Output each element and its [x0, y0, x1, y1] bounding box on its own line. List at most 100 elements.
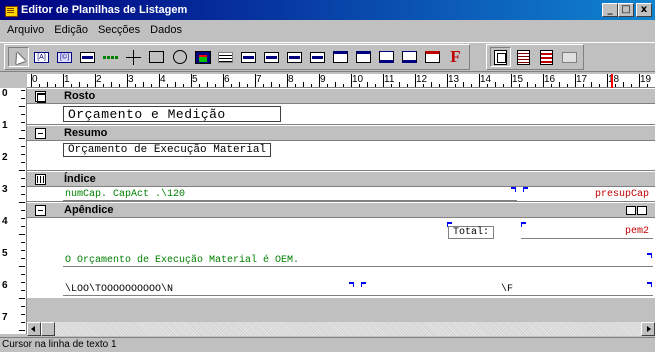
indice-budget-field[interactable]: presupCap	[595, 189, 649, 200]
header-band-icon	[333, 51, 348, 63]
row-left-end-marker[interactable]	[349, 282, 354, 287]
list-red-icon	[540, 49, 553, 65]
select-tool-button[interactable]	[8, 47, 29, 67]
band-tool-2-button[interactable]	[261, 47, 282, 67]
ruler-tick	[199, 84, 200, 87]
ruler-number: 19	[640, 74, 652, 85]
rosto-title-field[interactable]: Orçamento e Medição	[63, 106, 281, 122]
menu-edicao[interactable]: Edição	[49, 24, 93, 36]
close-button[interactable]: x	[636, 3, 652, 17]
minimize-button[interactable]: _	[602, 3, 618, 17]
scroll-thumb[interactable]	[41, 322, 55, 336]
ellipse-tool-button[interactable]	[169, 47, 190, 67]
menu-dados[interactable]: Dados	[145, 24, 187, 36]
ruler-tick	[527, 82, 528, 87]
band-header-resumo[interactable]: Resumo	[27, 125, 655, 141]
band-body-apendice[interactable]: Total: pem2 O Orçamento de Execução Mate…	[27, 218, 655, 322]
maximize-button[interactable]: □	[618, 3, 634, 17]
appendix-row-left-field[interactable]: \LOO\TOOOOOOOOOO\N	[65, 284, 173, 295]
scroll-track[interactable]	[55, 322, 641, 336]
band-body-resumo[interactable]: Orçamento de Execução Material	[27, 141, 655, 171]
report-canvas[interactable]: Rosto Orçamento e Medição Resumo Orçamen…	[27, 88, 655, 322]
ruler-tick	[543, 74, 544, 87]
band-tool-3-button[interactable]	[284, 47, 305, 67]
page-icon	[494, 49, 507, 65]
field-start-marker[interactable]	[523, 187, 528, 192]
page-break-button[interactable]	[422, 47, 443, 67]
list-view-button[interactable]	[513, 47, 534, 67]
detail-band-button[interactable]	[376, 47, 397, 67]
ruler-tick	[231, 84, 232, 87]
note-end-marker[interactable]	[647, 253, 652, 258]
ruler-number: 12	[416, 74, 428, 85]
band-header-rosto[interactable]: Rosto	[27, 88, 655, 104]
total-value-field[interactable]: pem2	[625, 226, 649, 237]
disabled-view-button[interactable]	[559, 47, 580, 67]
horizontal-ruler[interactable]: 0 1 2 3 4 5 6 7 8 9 10 11 12 13 14 15 16 17 18 19	[27, 74, 655, 88]
ruler-tick	[567, 84, 568, 87]
band-body-indice[interactable]: numCap. CapAct .\120 presupCap	[27, 187, 655, 202]
vertical-ruler[interactable]: 0 1 2 3 4 5 6 7	[0, 88, 27, 334]
vruler-tick	[21, 274, 25, 275]
font-button[interactable]: F	[445, 47, 466, 67]
image-icon	[194, 50, 211, 64]
ruler-tick	[311, 84, 312, 87]
band-title-rosto: Rosto	[64, 90, 96, 102]
resumo-title-field[interactable]: Orçamento de Execução Material	[63, 143, 272, 157]
ruler-tick	[135, 84, 136, 87]
group-band-button[interactable]	[353, 47, 374, 67]
image-tool-button[interactable]	[192, 47, 213, 67]
preview-icon[interactable]	[626, 206, 636, 215]
rectangle-tool-button[interactable]	[146, 47, 167, 67]
ruler-tick	[191, 74, 192, 87]
appendix-row-right-field[interactable]: \F	[501, 284, 513, 295]
print-options[interactable]	[626, 206, 647, 215]
menu-seccoes[interactable]: Secções	[93, 24, 145, 36]
indice-chapter-field[interactable]: numCap. CapAct .\120	[65, 189, 185, 200]
row-right-end-marker[interactable]	[647, 282, 652, 287]
band-collapse-icon[interactable]	[35, 204, 46, 216]
band-header-indice[interactable]: Índice	[27, 171, 655, 187]
appendix-note-field[interactable]: O Orçamento de Execução Material é OEM.	[65, 255, 299, 266]
ruler-tick	[111, 82, 112, 87]
list-view-2-button[interactable]	[536, 47, 557, 67]
label-tool-button[interactable]: [A]	[31, 47, 52, 67]
label-icon: [A]	[34, 51, 49, 63]
tools-group: [A] [©] F	[4, 44, 470, 70]
total-value-marker[interactable]	[521, 222, 526, 227]
ruler-tick	[511, 74, 512, 87]
page-view-button[interactable]	[490, 47, 511, 67]
row-right-start-marker[interactable]	[361, 282, 366, 287]
band-grid-icon[interactable]	[35, 173, 46, 185]
field-end-marker[interactable]	[511, 187, 516, 192]
band-body-rosto[interactable]: Orçamento e Medição	[27, 104, 655, 125]
scroll-right-button[interactable]	[641, 322, 655, 336]
dotted-line-tool-button[interactable]	[100, 47, 121, 67]
vruler-tick	[21, 250, 25, 251]
field-tool-button[interactable]: [©]	[54, 47, 75, 67]
ruler-tick	[615, 84, 616, 87]
menu-arquivo[interactable]: Arquivo	[2, 24, 49, 36]
horizontal-scrollbar[interactable]	[27, 322, 655, 336]
ruler-tick	[183, 84, 184, 87]
band-collapse-icon[interactable]	[35, 127, 46, 139]
group-band-icon	[356, 51, 371, 63]
footer-band-button[interactable]	[399, 47, 420, 67]
ruler-number: 2	[96, 74, 102, 85]
band-tool-1-button[interactable]	[238, 47, 259, 67]
band-tool-4-button[interactable]	[307, 47, 328, 67]
total-label[interactable]: Total:	[448, 226, 495, 239]
ruler-tick	[575, 74, 576, 87]
table-tool-button[interactable]	[215, 47, 236, 67]
ruler-tick	[31, 74, 32, 87]
scroll-left-button[interactable]	[27, 322, 41, 336]
header-band-button[interactable]	[330, 47, 351, 67]
band-header-apendice[interactable]: Apêndice	[27, 202, 655, 218]
right-margin-marker[interactable]	[611, 74, 613, 88]
ruler-tick	[623, 82, 624, 87]
ruler-tick	[399, 82, 400, 87]
combo-tool-button[interactable]	[77, 47, 98, 67]
band-toggle-icon[interactable]	[35, 90, 46, 103]
cross-tool-button[interactable]	[123, 47, 144, 67]
printer-icon[interactable]	[637, 206, 647, 215]
